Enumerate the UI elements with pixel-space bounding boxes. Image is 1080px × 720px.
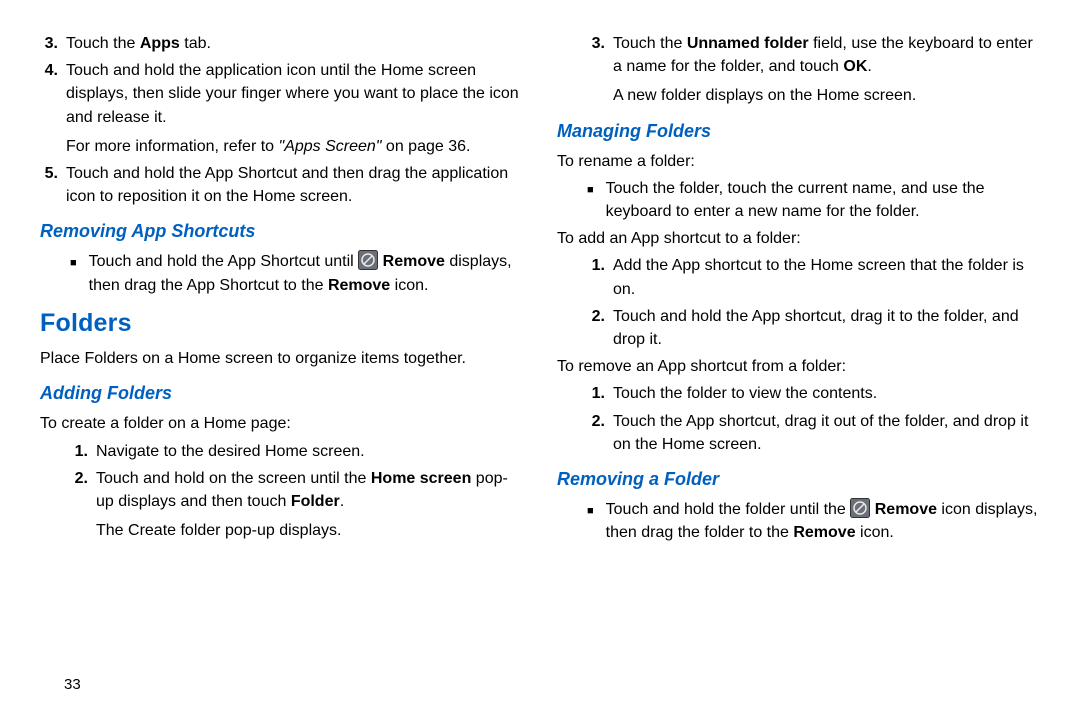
add-shortcut-step-1: 1. Add the App shortcut to the Home scre… [587,254,1040,300]
left-column: 3. Touch the Apps tab. 4. Touch and hold… [40,28,523,710]
bullet-icon: ■ [587,177,594,223]
removing-shortcut-item: ■ Touch and hold the App Shortcut until … [70,250,523,296]
adding-intro: To create a folder on a Home page: [40,412,523,435]
heading-removing-shortcuts: Removing App Shortcuts [40,218,523,244]
right-column: 3. Touch the Unnamed folder field, use t… [557,28,1040,710]
bullet-icon: ■ [587,498,594,544]
page-number: 33 [64,674,81,696]
heading-adding-folders: Adding Folders [40,380,523,406]
add-shortcut-intro: To add an App shortcut to a folder: [557,227,1040,250]
remove-shortcut-step-1: 1. Touch the folder to view the contents… [587,382,1040,405]
remove-shortcut-step-2: 2. Touch the App shortcut, drag it out o… [587,410,1040,456]
adding-step-3: 3. Touch the Unnamed folder field, use t… [587,32,1040,108]
adding-step-2: 2. Touch and hold on the screen until th… [70,467,523,543]
removing-folder-bullet: ■ Touch and hold the folder until the Re… [587,498,1040,544]
removing-shortcut-bullets: ■ Touch and hold the App Shortcut until … [70,250,523,296]
remove-icon [850,498,870,518]
add-shortcut-step-2: 2. Touch and hold the App shortcut, drag… [587,305,1040,351]
rename-bullet: ■ Touch the folder, touch the current na… [587,177,1040,223]
heading-folders: Folders [40,305,523,341]
remove-icon [358,250,378,270]
adding-step-1: 1. Navigate to the desired Home screen. [70,440,523,463]
shortcut-steps: 3. Touch the Apps tab. 4. Touch and hold… [40,32,523,208]
rename-intro: To rename a folder: [557,150,1040,173]
rename-bullets: ■ Touch the folder, touch the current na… [587,177,1040,223]
step-4: 4. Touch and hold the application icon u… [40,59,523,158]
add-shortcut-steps: 1. Add the App shortcut to the Home scre… [557,254,1040,351]
manual-page: 3. Touch the Apps tab. 4. Touch and hold… [0,0,1080,720]
remove-shortcut-steps: 1. Touch the folder to view the contents… [557,382,1040,456]
removing-folder-bullets: ■ Touch and hold the folder until the Re… [587,498,1040,544]
step-3: 3. Touch the Apps tab. [40,32,523,55]
heading-managing-folders: Managing Folders [557,118,1040,144]
remove-shortcut-intro: To remove an App shortcut from a folder: [557,355,1040,378]
folders-intro: Place Folders on a Home screen to organi… [40,347,523,370]
bullet-icon: ■ [70,250,77,296]
adding-steps: 1. Navigate to the desired Home screen. … [40,440,523,543]
step-5: 5. Touch and hold the App Shortcut and t… [40,162,523,208]
heading-removing-folder: Removing a Folder [557,466,1040,492]
adding-steps-continued: 3. Touch the Unnamed folder field, use t… [557,32,1040,108]
